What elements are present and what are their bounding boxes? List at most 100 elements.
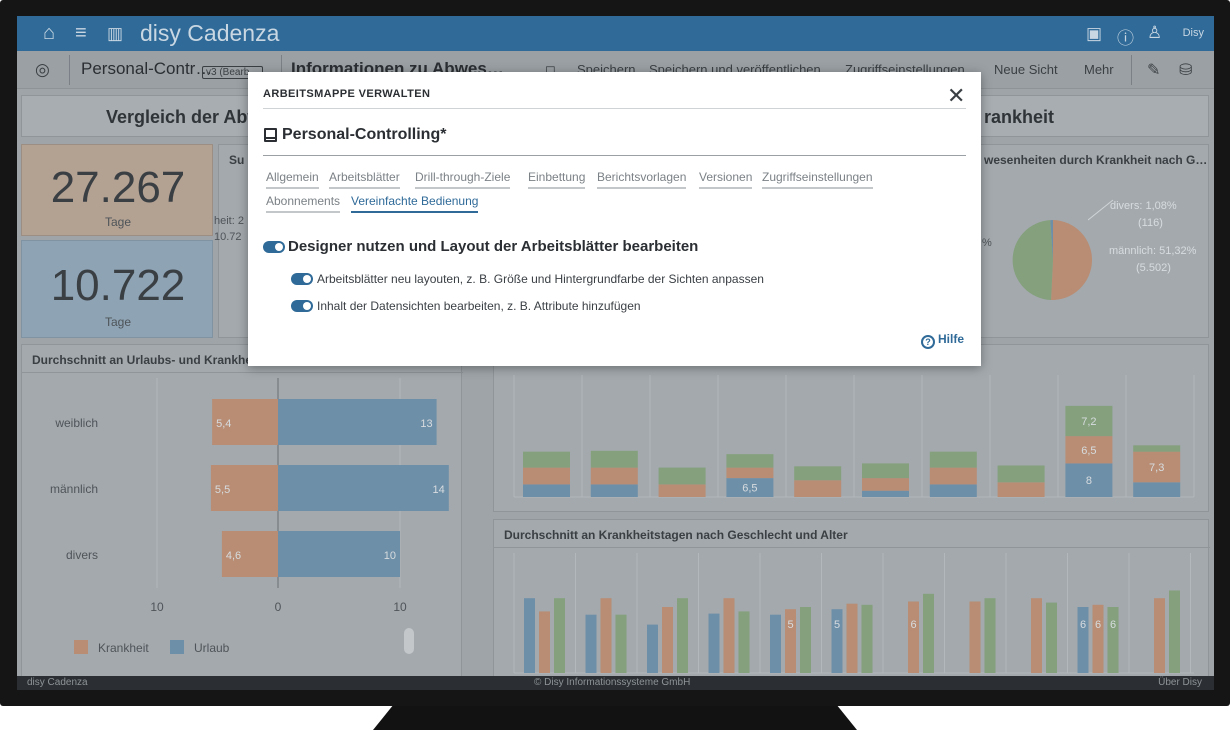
legend-label: Krankheit (98, 641, 149, 655)
panel-title: Su (229, 153, 245, 167)
stacked-bar-segment (726, 467, 774, 479)
kpi-vacation-days: 10.722 Tage (21, 240, 213, 338)
grouped-bar (708, 613, 720, 673)
grouped-bar (1107, 607, 1119, 673)
grouped-bar (738, 611, 750, 673)
footer-copyright: © Disy Informationssysteme GmbH (534, 677, 691, 688)
stacked-bar-segment (997, 482, 1045, 497)
grouped-bar (1154, 598, 1165, 673)
stacked-bar-segment (590, 467, 638, 485)
user-icon[interactable]: ♙ (1147, 23, 1162, 43)
dialog-divider (263, 155, 966, 156)
tab-vereinfachte-bedienung[interactable]: Vereinfachte Bedienung (351, 194, 479, 213)
scroll-handle[interactable] (404, 628, 414, 654)
grouped-bar (662, 607, 673, 673)
stacked-bar-segment (658, 484, 706, 497)
tab-berichtsvorlagen[interactable]: Berichtsvorlagen (597, 170, 687, 189)
grouped-bar (1046, 602, 1057, 673)
tab-arbeitsblaetter[interactable]: Arbeitsblätter (329, 170, 400, 189)
menu-icon[interactable]: ≡ (75, 22, 87, 45)
workbook-name[interactable]: Personal-Contr… (81, 59, 212, 79)
grouped-bar (923, 593, 934, 673)
designer-toggle[interactable] (263, 241, 285, 253)
pie-panel: wesenheiten durch Krankheit nach G… % di… (977, 144, 1209, 338)
help-icon[interactable]: ⓘ (1117, 24, 1134, 49)
summary-text: heit: 2 (214, 215, 244, 227)
target-icon[interactable]: ◎ (35, 60, 50, 80)
stacked-bar-segment (794, 466, 842, 481)
stacked-bar-segment (862, 490, 909, 497)
help-link[interactable]: ? Hilfe (921, 332, 964, 349)
summary-text: 10.72 (214, 231, 242, 243)
relayout-toggle[interactable] (291, 273, 313, 285)
grouped-bar (600, 598, 612, 673)
top-bar: ⌂ ≡ ▥ disy Cadenza ▣ ⓘ ♙ Disy (17, 16, 1214, 51)
stacked-bar-segment (590, 484, 638, 497)
bar-value-label: 8 (1086, 475, 1092, 487)
hbar-chart: weiblich 5,4 13 männlich 5,5 14 divers 4,6 10 10 0… (50, 378, 449, 655)
pie-label-maennlich-count: (5.502) (1136, 262, 1171, 274)
tab-abonnements[interactable]: Abonnements (266, 194, 341, 213)
edit-icon[interactable]: ✎ (1147, 60, 1160, 80)
manage-workbook-dialog: ARBEITSMAPPE VERWALTEN ✕ Personal-Contro… (248, 72, 981, 366)
stacked-bar-segment (726, 454, 774, 468)
close-icon[interactable]: ✕ (947, 83, 965, 109)
pie-slice-maennlich (1051, 220, 1093, 301)
grouped-bar (1169, 590, 1180, 673)
summary-panel: Su heit: 2 10.72 (214, 144, 250, 338)
stacked-bar-segment (658, 467, 706, 485)
workbook-title: Personal-Controlling* (282, 126, 447, 143)
bar-value-label: 6 (1080, 619, 1086, 631)
footer-about-link[interactable]: Über Disy (1158, 677, 1202, 688)
user-name[interactable]: Disy (1183, 27, 1204, 39)
tab-versionen[interactable]: Versionen (699, 170, 753, 189)
grouped-bar (861, 604, 873, 673)
new-view-button[interactable]: Neue Sicht (994, 62, 1058, 77)
panel-title: Durchschnitt an Urlaubs- und Krankheit (32, 353, 260, 367)
tab-einbettung[interactable]: Einbettung (528, 170, 586, 189)
legend-swatch-krankheit (74, 640, 88, 654)
tab-drill-through[interactable]: Drill-through-Ziele (415, 170, 511, 189)
bar-value-label: 7,2 (1081, 416, 1096, 428)
database-icon[interactable]: ⛁ (1179, 60, 1192, 80)
grouped-bar (677, 598, 688, 673)
pie-label-divers: divers: 1,08% (1110, 200, 1177, 212)
pie-slice-weiblich (1012, 220, 1053, 300)
home-icon[interactable]: ⌂ (43, 22, 55, 45)
tab-zugriffseinstellungen[interactable]: Zugriffseinstellungen (762, 170, 873, 189)
bar-value-label: 5 (834, 619, 840, 631)
stacked-bar-segment (523, 451, 570, 468)
kpi-value: 10.722 (50, 261, 186, 310)
grouped-bar (585, 614, 597, 673)
grouped-bar-chart: 556666 (513, 553, 1194, 674)
pie-chart (1012, 220, 1093, 301)
kpi-label: Tage (104, 215, 132, 229)
bar-value-label: 10 (384, 550, 396, 562)
bar-urlaub (278, 531, 400, 577)
tick-label: 10 (150, 600, 164, 614)
edit-content-toggle[interactable] (291, 300, 313, 312)
stacked-bar-segment (1133, 482, 1181, 497)
relayout-option-label: Arbeitsblätter neu layouten, z. B. Größe… (317, 272, 764, 286)
grouped-bar (524, 598, 535, 673)
tab-allgemein[interactable]: Allgemein (266, 170, 319, 189)
more-button[interactable]: Mehr (1084, 62, 1114, 77)
stacked-bar-chart: 6,5 7,2 6,5 8 7,3 (513, 375, 1195, 498)
tick-label: 0 (275, 600, 282, 614)
banner-right-title: rankheit (984, 107, 1055, 127)
bar-value-label: 5,5 (215, 484, 230, 496)
grouped-bar (800, 607, 811, 673)
toolbar-divider (1131, 55, 1132, 85)
help-icon: ? (921, 335, 935, 349)
bar-value-label: 5,4 (216, 418, 231, 430)
sick-days-panel: Durchschnitt an Krankheitstagen nach Ges… (493, 519, 1210, 684)
layout-icon[interactable]: ▣ (1086, 24, 1102, 44)
grouped-bar (1031, 598, 1042, 673)
pie-label-maennlich: männlich: 51,32% (1109, 245, 1197, 257)
help-label: Hilfe (938, 332, 965, 346)
legend-label: Urlaub (194, 641, 230, 655)
map-icon[interactable]: ▥ (107, 24, 123, 44)
grouped-bar (908, 601, 919, 673)
stacked-bar-panel: 6,5 7,2 6,5 8 7,3 (493, 344, 1209, 512)
grouped-bar (846, 603, 858, 673)
